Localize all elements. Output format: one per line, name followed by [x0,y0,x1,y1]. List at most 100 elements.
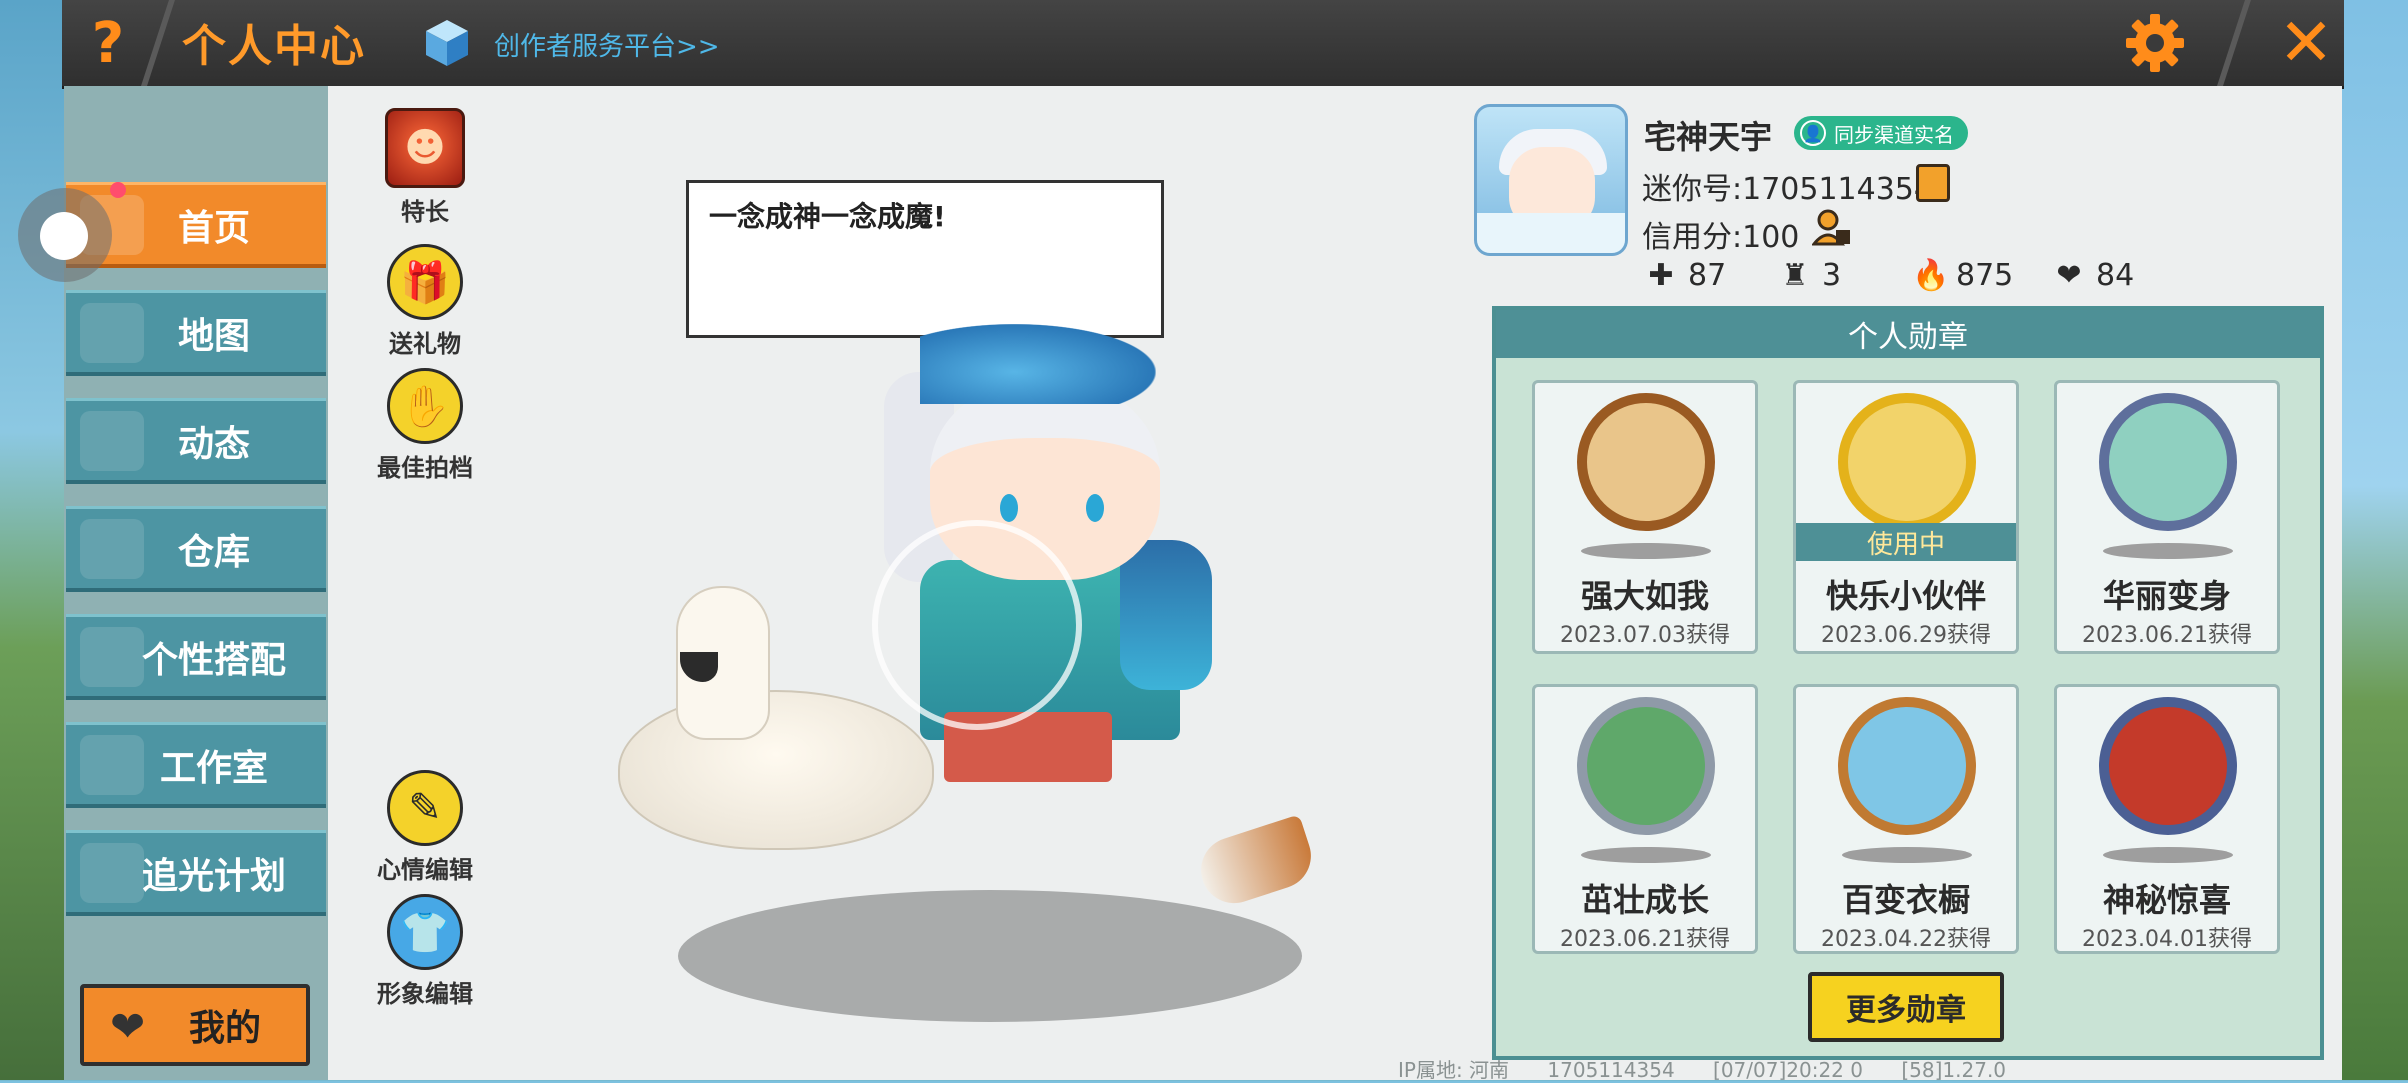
gift-label: 送礼物 [389,330,461,358]
outfit-icon: 👕 [387,894,463,970]
stat-value: 875 [1956,258,2014,293]
user-check-icon: 👤 [1800,120,1826,146]
bell-icon [80,411,144,471]
help-button[interactable]: ? [62,0,154,86]
gift-icon: 🎁 [387,244,463,320]
best-partner-label: 最佳拍档 [377,454,473,482]
medal-icon [1577,393,1715,531]
sidebar-item-studio[interactable]: 工作室 [66,722,326,808]
avatar-frame-snow [1477,213,1625,253]
badge-date: 2023.04.22获得 [1821,927,1991,952]
flame-icon: 🔥 [1912,258,1950,293]
credit-score: 信用分:100 [1642,220,1800,255]
badge-date: 2023.06.21获得 [1560,927,1730,952]
mood-bubble[interactable]: 一念成神一念成魔! [686,180,1164,338]
realname-label: 同步渠道实名 [1834,122,1954,147]
medal-icon [1838,697,1976,835]
floating-ball-dot [40,212,88,260]
close-icon: ✕ [2278,3,2334,81]
swan-float [618,690,934,850]
badge-card[interactable]: 华丽变身 2023.06.21获得 [2054,380,2280,654]
footer-info: IP属地: 河南 1705114354 [07/07]20:22 0 [58]1… [1398,1054,2038,1083]
page-title: 个人中心 [182,21,366,72]
warehouse-icon [80,519,144,579]
heart-icon: ❤ [110,1002,146,1051]
floating-assistant-ball[interactable] [18,182,126,282]
medal-shadow [1581,543,1711,559]
in-use-badge: 使用中 [1796,523,2016,561]
stat-value: 84 [2096,258,2135,293]
more-badges-label: 更多勋章 [1846,993,1966,1028]
image-edit-tool[interactable]: 👕 形象编辑 [370,894,480,1009]
ip-location: IP属地: 河南 [1398,1058,1510,1082]
gear-icon[interactable] [2124,12,2186,74]
badge-name: 强大如我 [1580,577,1709,615]
badge-card[interactable]: 神秘惊喜 2023.04.01获得 [2054,684,2280,954]
bookmark-plus-icon: ✚ [1648,258,1674,293]
footer-uid: 1705114354 [1547,1058,1675,1082]
badge-card[interactable]: 百变衣橱 2023.04.22获得 [1793,684,2019,954]
badge-panel-title: 个人勋章 [1496,310,2320,358]
copy-icon[interactable] [1916,164,1950,202]
medal-icon [2099,393,2237,531]
sidebar-item-warehouse[interactable]: 仓库 [66,506,326,592]
character-aura [872,520,1082,730]
footer-time: [07/07]20:22 0 [1713,1058,1863,1082]
nickname: 宅神天宇 [1644,118,1773,156]
mood-edit-tool[interactable]: ✎ 心情编辑 [370,770,480,885]
medal-icon [1838,393,1976,531]
badge-card[interactable]: 茁壮成长 2023.06.21获得 [1532,684,1758,954]
image-edit-label: 形象编辑 [377,980,473,1008]
sidebar-item-label: 首页 [177,207,250,249]
avatar[interactable] [1474,104,1628,256]
sidebar-item-map[interactable]: 地图 [66,290,326,376]
badge-name: 茁壮成长 [1580,881,1709,919]
edit-icon: ✎ [387,770,463,846]
stat-popularity: 🔥 875 [1912,258,2013,293]
medal-shadow [2103,543,2233,559]
stat-likes: ✚ 87 [1644,258,1726,293]
badge-name: 华丽变身 [2102,577,2231,615]
badge-card[interactable]: 强大如我 2023.07.03获得 [1532,380,1758,654]
more-badges-button[interactable]: 更多勋章 [1808,972,2004,1042]
sidebar-item-label: 仓库 [177,531,250,573]
specialty-icon: ☻ [385,108,465,188]
stat-rank: ♜ 3 [1778,258,1842,293]
badge-date: 2023.06.21获得 [2082,623,2252,648]
credit-user-icon[interactable] [1812,208,1852,248]
sidebar-item-label: 追光计划 [141,855,286,897]
sidebar-item-outfit[interactable]: 个性搭配 [66,614,326,700]
podium-icon: ♜ [1781,258,1809,293]
creator-platform-link[interactable]: 创作者服务平台>> [494,26,720,63]
character-sleeve [1120,540,1212,690]
mood-text: 一念成神一念成魔! [709,200,946,233]
mini-id: 迷你号:1705114354 [1642,172,1933,207]
notification-dot [110,182,126,198]
handshake-icon: ✋ [387,368,463,444]
realname-badge[interactable]: 👤 同步渠道实名 [1794,116,1968,150]
character-shadow [678,890,1302,1022]
gift-tool[interactable]: 🎁 送礼物 [370,244,480,359]
sidebar-item-label: 个性搭配 [141,639,286,681]
badge-card[interactable]: 使用中 快乐小伙伴 2023.06.29获得 [1793,380,2019,654]
background-right-scenery [2342,0,2408,1080]
top-bar: ? 个人中心 创作者服务平台>> ✕ [62,0,2344,92]
sidebar-item-label: 工作室 [159,747,268,789]
medal-icon [1577,697,1715,835]
medal-shadow [1581,847,1711,863]
stat-fans: ❤ 84 [2052,258,2134,293]
mine-button[interactable]: ❤ 我的 [80,984,310,1066]
badge-date: 2023.04.01获得 [2082,927,2252,952]
footer-version: [58]1.27.0 [1901,1058,2007,1082]
specialty-tool[interactable]: ☻ 特长 [370,108,480,227]
sidebar-item-chase-light[interactable]: 追光计划 [66,830,326,916]
stat-value: 3 [1822,258,1842,293]
badge-name: 神秘惊喜 [2102,881,2231,919]
sidebar-item-feed[interactable]: 动态 [66,398,326,484]
character-crown [920,324,1156,404]
best-partner-tool[interactable]: ✋ 最佳拍档 [370,368,480,483]
close-button[interactable]: ✕ [2268,3,2344,81]
badge-date: 2023.07.03获得 [1560,623,1730,648]
badge-date: 2023.06.29获得 [1821,623,1991,648]
creator-cube-icon[interactable] [424,18,470,68]
